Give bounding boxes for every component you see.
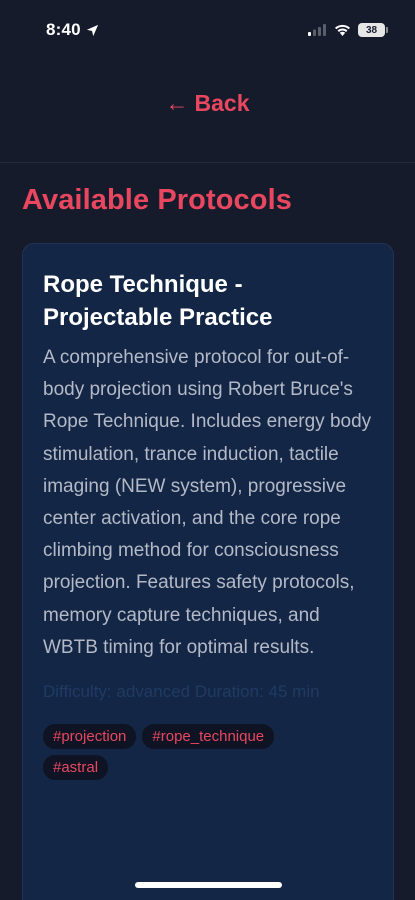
tag[interactable]: #rope_technique: [142, 724, 275, 750]
protocol-title: Rope Technique - Projectable Practice: [43, 271, 273, 331]
screen: 8:40 38 ← Back Available Protocols Rope …: [0, 0, 415, 900]
protocol-description: A comprehensive protocol for out-of-body…: [43, 347, 372, 658]
status-time: 8:40: [46, 20, 81, 39]
tag[interactable]: #astral: [43, 755, 109, 781]
section-title: Available Protocols: [22, 184, 292, 216]
status-indicators: 38: [308, 23, 388, 37]
location-arrow-icon: [86, 24, 98, 36]
battery-icon: 38: [358, 23, 388, 37]
cellular-signal-icon: [308, 24, 326, 36]
back-label: Back: [194, 89, 250, 116]
protocol-card[interactable]: Rope Technique - Projectable Practice A …: [22, 243, 394, 900]
status-time-group: 8:40: [46, 20, 99, 40]
tag-list: #projection #rope_technique #astral: [43, 724, 343, 781]
tag[interactable]: #projection: [43, 724, 137, 750]
wifi-icon: [335, 24, 350, 36]
battery-level: 38: [365, 24, 378, 36]
status-bar: 8:40 38: [0, 0, 415, 62]
back-arrow-icon: ←: [165, 89, 189, 116]
protocol-meta: Difficulty: advanced Duration: 45 min: [43, 682, 320, 702]
header: ← Back: [0, 62, 415, 163]
home-indicator[interactable]: [135, 882, 282, 888]
back-button[interactable]: ← Back: [166, 90, 250, 117]
